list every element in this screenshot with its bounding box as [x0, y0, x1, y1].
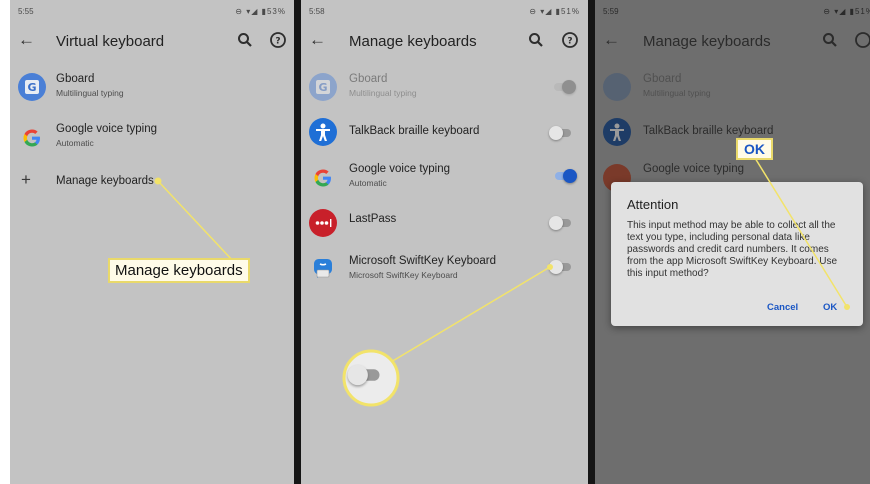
panel-divider	[294, 0, 301, 484]
callout-pointer	[154, 177, 235, 263]
magnified-toggle	[347, 364, 383, 386]
screen-attention-dialog: 5:59 ⊖ ▾◢ ▮51% ← Manage keyboards Gboard…	[595, 0, 870, 484]
callout-ok: OK	[736, 138, 773, 160]
callout-pointer	[754, 157, 850, 310]
panel-divider	[588, 0, 595, 484]
callout-manage-keyboards: Manage keyboards	[108, 258, 250, 283]
callout-pointer	[342, 264, 553, 407]
screen-virtual-keyboard: 5:55 ⊖ ▾◢ ▮53% ← Virtual keyboard ? G Gb…	[10, 0, 294, 484]
screen-manage-keyboards: 5:58 ⊖ ▾◢ ▮51% ← Manage keyboards ? G Gb…	[301, 0, 588, 484]
